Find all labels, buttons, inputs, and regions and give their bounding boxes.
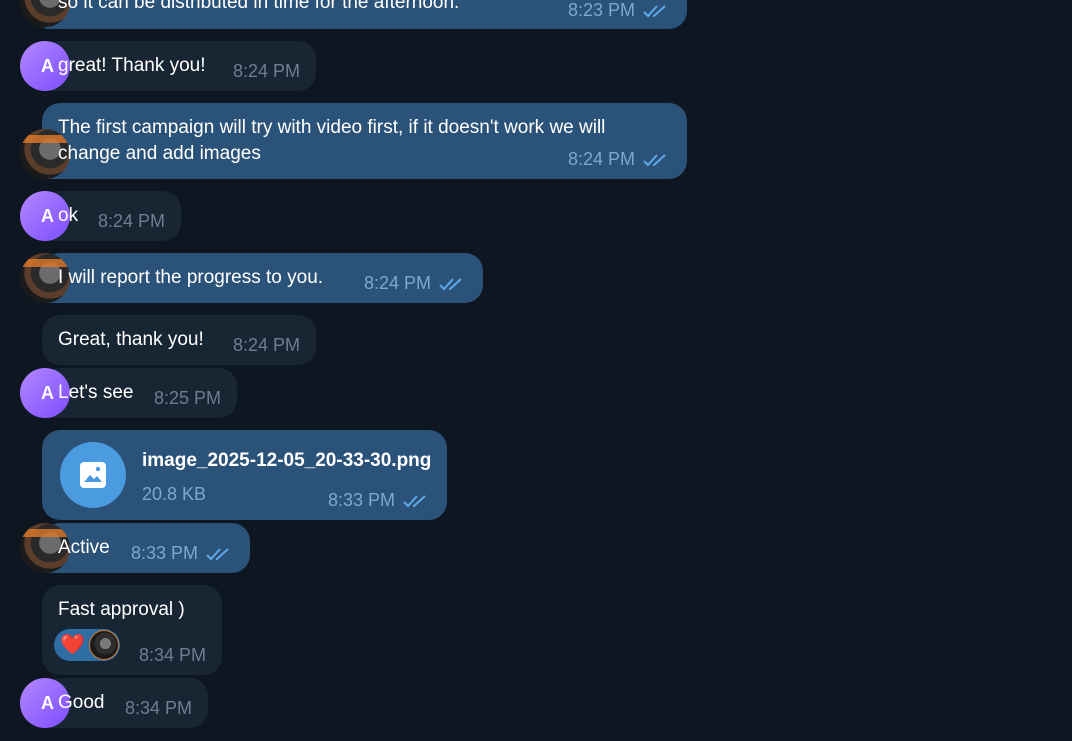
message-text: Good — [58, 692, 105, 713]
message-time: 8:24 PM — [232, 61, 300, 81]
file-message-bubble[interactable]: image_2025-12-05_20-33-30.png 20.8 KB 8:… — [42, 430, 447, 520]
message-meta: 8:34 PM — [139, 645, 206, 666]
message-bubble-incoming[interactable]: A great! Thank you! 8:24 PM — [20, 41, 316, 91]
message-bubble-outgoing[interactable]: Active 8:33 PM — [20, 523, 250, 573]
message-text: Let's see — [58, 382, 134, 403]
message-text: The first campaign will try with video f… — [58, 117, 606, 164]
image-file-button[interactable] — [60, 442, 126, 508]
message-text: Great, thank you! — [58, 329, 204, 350]
double-check-icon — [643, 153, 666, 166]
double-check-icon — [439, 277, 462, 290]
message-meta: 8:34 PM — [125, 698, 192, 719]
double-check-icon — [643, 4, 666, 17]
message-meta: 8:24 PM — [568, 149, 671, 170]
message-time: 8:34 PM — [124, 698, 192, 718]
message-meta: 8:24 PM — [98, 211, 165, 232]
message-meta: 8:33 PM — [328, 490, 431, 511]
double-check-icon — [403, 494, 426, 507]
message-time: 8:34 PM — [138, 645, 206, 665]
message-bubble-incoming[interactable]: A Good 8:34 PM — [20, 678, 208, 728]
message-time: 8:24 PM — [363, 273, 431, 293]
heart-reaction-icon: ❤️ — [60, 634, 85, 656]
double-check-icon — [206, 547, 229, 560]
message-text: Fast approval ) — [58, 599, 185, 620]
message-time: 8:24 PM — [232, 335, 300, 355]
message-bubble-incoming[interactable]: Fast approval ) ❤️ 8:34 PM — [42, 585, 222, 675]
reaction-chip[interactable]: ❤️ — [54, 629, 120, 661]
message-meta: 8:24 PM — [364, 273, 467, 294]
file-name[interactable]: image_2025-12-05_20-33-30.png — [142, 450, 431, 472]
message-text: I will report the progress to you. — [58, 267, 324, 288]
message-time: 8:25 PM — [153, 388, 221, 408]
message-bubble-incoming[interactable]: A ok 8:24 PM — [20, 191, 181, 241]
message-text: so it can be distributed in time for the… — [58, 0, 460, 13]
message-meta: 8:33 PM — [131, 543, 234, 564]
message-time: 8:33 PM — [327, 490, 395, 510]
message-meta: 8:24 PM — [233, 335, 300, 356]
message-meta: 8:24 PM — [233, 61, 300, 82]
message-bubble-incoming[interactable]: A Let's see 8:25 PM — [20, 368, 237, 418]
message-time: 8:24 PM — [97, 211, 165, 231]
message-text: ok — [58, 205, 79, 226]
message-time: 8:33 PM — [130, 543, 198, 563]
message-bubble-incoming[interactable]: Great, thank you! 8:24 PM — [42, 315, 316, 365]
message-text: great! Thank you! — [58, 55, 206, 76]
message-meta: 8:25 PM — [154, 388, 221, 409]
message-bubble-outgoing[interactable]: I will report the progress to you. 8:24 … — [20, 253, 483, 303]
message-meta: 8:23 PM — [568, 0, 671, 21]
message-text: Active — [58, 537, 110, 558]
file-size: 20.8 KB — [142, 484, 207, 504]
message-bubble-outgoing[interactable]: so it can be distributed in time for the… — [20, 0, 687, 29]
image-icon — [80, 462, 106, 488]
message-time: 8:23 PM — [567, 0, 635, 20]
message-time: 8:24 PM — [567, 149, 635, 169]
message-bubble-outgoing[interactable]: The first campaign will try with video f… — [20, 103, 687, 179]
reactor-avatar — [88, 630, 119, 660]
